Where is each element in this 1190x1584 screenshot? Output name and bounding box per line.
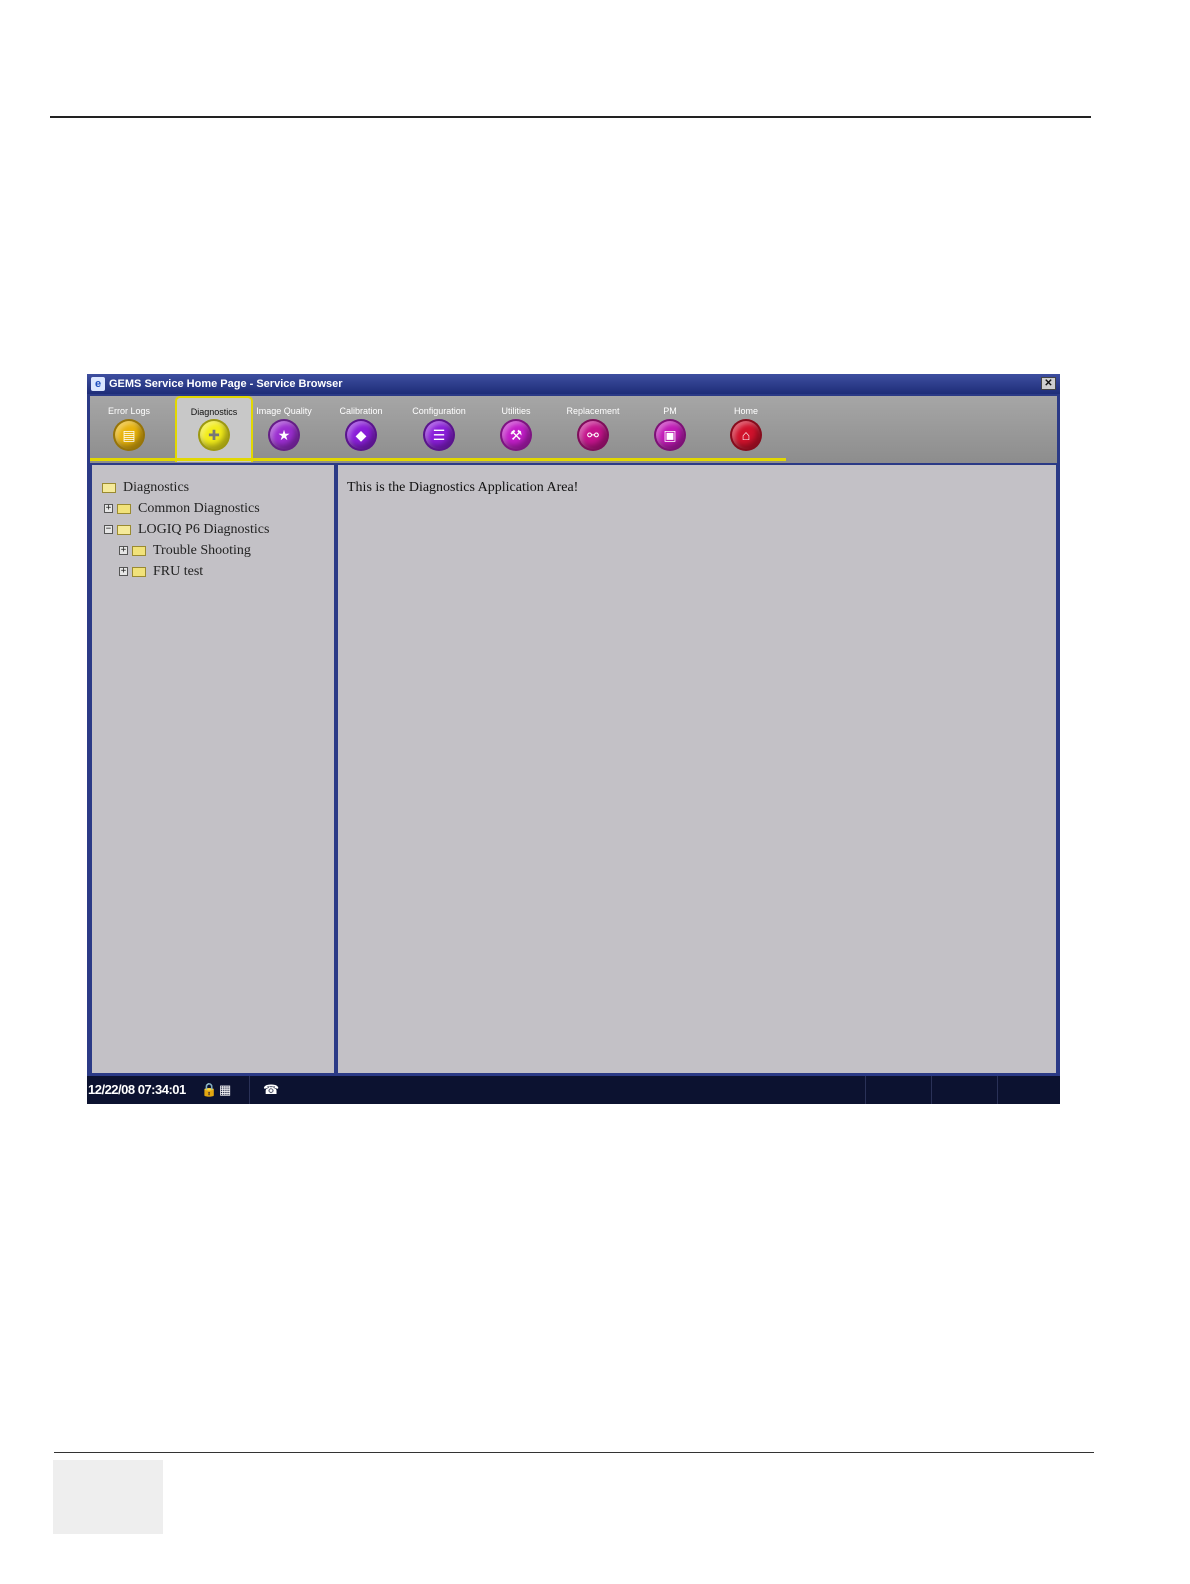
folder-icon: [132, 567, 146, 577]
phone-icon[interactable]: ☎: [263, 1082, 279, 1098]
tab-label: Home: [733, 406, 758, 416]
tab-label: PM: [663, 406, 677, 416]
tab-error-logs[interactable]: Error Logs ▤: [90, 396, 168, 460]
window-title: GEMS Service Home Page - Service Browser: [109, 378, 343, 390]
status-divider: [865, 1076, 866, 1104]
tab-label: Error Logs: [107, 406, 151, 416]
tree-item-label: Common Diagnostics: [138, 501, 260, 516]
tab-label: Configuration: [412, 406, 466, 416]
tab-label: Utilities: [501, 406, 531, 416]
browser-app-icon: e: [91, 377, 105, 391]
pm-icon: ▣: [654, 419, 686, 451]
expand-icon[interactable]: +: [119, 567, 128, 576]
tab-calibration[interactable]: Calibration ◆: [322, 396, 400, 460]
status-divider: [997, 1076, 998, 1104]
status-bar: 12/22/08 07:34:01 🔒 ▦ ☎: [87, 1076, 1060, 1104]
tab-label: Diagnostics: [190, 407, 238, 417]
service-browser-window: e GEMS Service Home Page - Service Brows…: [87, 374, 1060, 1104]
expand-icon[interactable]: +: [119, 546, 128, 555]
tab-configuration[interactable]: Configuration ☰: [400, 396, 478, 460]
footer-block: [53, 1460, 163, 1534]
status-divider: [249, 1076, 250, 1104]
tab-pm[interactable]: PM ▣: [631, 396, 709, 460]
window-titlebar: e GEMS Service Home Page - Service Brows…: [87, 374, 1060, 394]
home-icon: ⌂: [730, 419, 762, 451]
toolbar-active-underline: [90, 458, 786, 461]
image-quality-icon: ★: [268, 419, 300, 451]
folder-icon: [132, 546, 146, 556]
diagnostics-icon: ✚: [198, 419, 230, 451]
navigation-tree-panel: Diagnostics + Common Diagnostics − LOGIQ…: [92, 465, 334, 1073]
tab-diagnostics[interactable]: Diagnostics ✚: [175, 396, 253, 462]
folder-icon: [117, 504, 131, 514]
tab-label: Image Quality: [256, 406, 312, 416]
page-footer-rule: [54, 1452, 1094, 1453]
collapse-icon[interactable]: −: [104, 525, 113, 534]
close-button[interactable]: ✕: [1041, 377, 1056, 390]
tree-item-common-diagnostics[interactable]: + Common Diagnostics: [100, 500, 300, 518]
status-divider: [931, 1076, 932, 1104]
tab-utilities[interactable]: Utilities ⚒: [477, 396, 555, 460]
error-logs-icon: ▤: [113, 419, 145, 451]
tree-item-label: Trouble Shooting: [153, 543, 251, 558]
tree-item-label: Diagnostics: [123, 480, 190, 495]
tab-label: Replacement: [566, 406, 620, 416]
replacement-icon: ⚯: [577, 419, 609, 451]
calibration-icon: ◆: [345, 419, 377, 451]
application-area-text: This is the Diagnostics Application Area…: [347, 480, 579, 495]
status-datetime: 12/22/08 07:34:01: [88, 1082, 186, 1097]
tree-item-label: FRU test: [153, 564, 204, 579]
page-header-rule: [50, 116, 1091, 118]
lock-icon: 🔒: [201, 1082, 218, 1097]
tab-replacement[interactable]: Replacement ⚯: [554, 396, 632, 460]
tab-home[interactable]: Home ⌂: [707, 396, 785, 460]
tree-item-trouble-shooting[interactable]: + Trouble Shooting: [100, 542, 300, 560]
tree-item-logiq-p6-diagnostics[interactable]: − LOGIQ P6 Diagnostics: [100, 521, 320, 539]
open-folder-icon: [102, 483, 116, 493]
tree-item-label: LOGIQ P6 Diagnostics: [138, 522, 270, 537]
open-folder-icon: [117, 525, 131, 535]
utilities-icon: ⚒: [500, 419, 532, 451]
service-toolbar: Error Logs ▤ Diagnostics ✚ Image Quality…: [90, 396, 1057, 463]
tab-label: Calibration: [339, 406, 383, 416]
network-icon: ▦: [219, 1082, 232, 1097]
configuration-icon: ☰: [423, 419, 455, 451]
tree-item-diagnostics[interactable]: Diagnostics: [100, 479, 300, 497]
tree-item-fru-test[interactable]: + FRU test: [100, 563, 300, 581]
expand-icon[interactable]: +: [104, 504, 113, 513]
tab-image-quality[interactable]: Image Quality ★: [245, 396, 323, 460]
application-area: This is the Diagnostics Application Area…: [338, 465, 1056, 1073]
